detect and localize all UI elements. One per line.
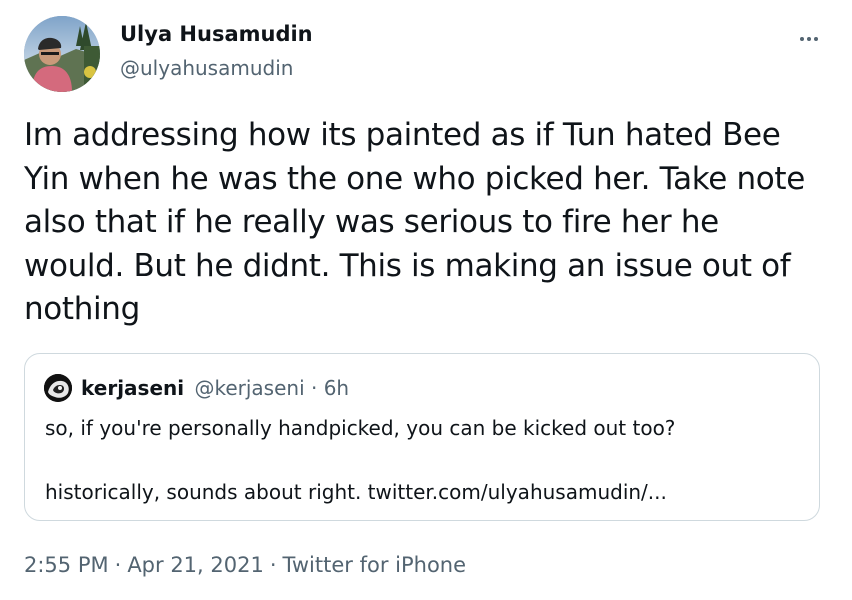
avatar-photo xyxy=(24,16,100,92)
quoted-tweet-header: kerjaseni @kerjaseni · 6h xyxy=(81,374,349,402)
quoted-avatar-image xyxy=(44,374,72,402)
quoted-author-meta: @kerjaseni · 6h xyxy=(194,376,350,400)
author-display-name[interactable]: Ulya Husamudin xyxy=(120,22,313,46)
tweet-date[interactable]: Apr 21, 2021 xyxy=(127,553,264,577)
more-horizontal-icon xyxy=(799,26,820,45)
tweet-text: Im addressing how its painted as if Tun … xyxy=(24,117,805,327)
tweet-timestamp-row: 2:55 PM · Apr 21, 2021 · Twitter for iPhone xyxy=(24,550,466,580)
author-handle[interactable]: @ulyahusamudin xyxy=(120,56,293,80)
tweet-time[interactable]: 2:55 PM xyxy=(24,553,109,577)
quoted-tweet-text-line2: historically, sounds about right. twitte… xyxy=(45,480,667,504)
separator-dot: · xyxy=(114,553,122,577)
separator-dot: · xyxy=(269,553,277,577)
quoted-author-avatar xyxy=(44,374,72,402)
quoted-tweet[interactable]: kerjaseni @kerjaseni · 6h so, if you're … xyxy=(24,353,820,521)
quoted-author-name: kerjaseni xyxy=(81,376,185,400)
more-options-button[interactable] xyxy=(794,20,824,50)
quoted-tweet-text-line1: so, if you're personally handpicked, you… xyxy=(45,416,676,440)
author-avatar[interactable] xyxy=(24,16,100,92)
tweet-source[interactable]: Twitter for iPhone xyxy=(283,553,467,577)
tweet-header: Ulya Husamudin @ulyahusamudin xyxy=(24,16,828,92)
tweet-card: Ulya Husamudin @ulyahusamudin Im address… xyxy=(0,0,852,600)
